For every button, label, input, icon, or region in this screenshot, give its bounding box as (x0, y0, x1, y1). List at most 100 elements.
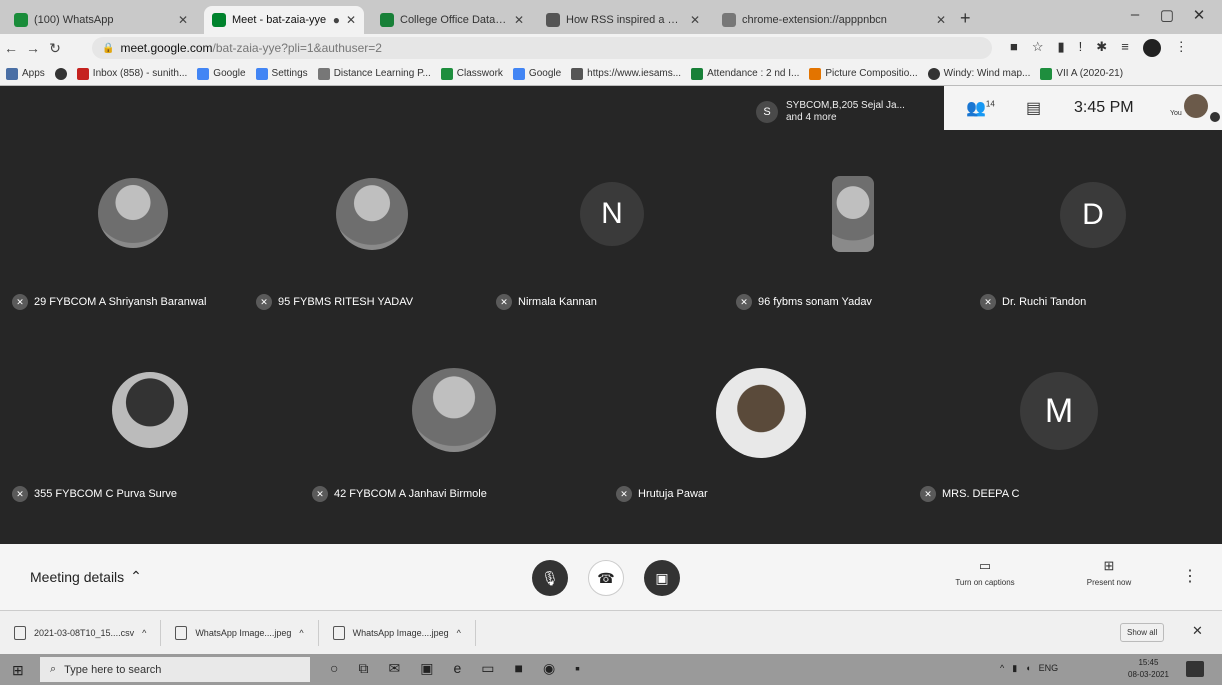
bookmark-settings[interactable]: Settings (255, 67, 308, 80)
extension-icon[interactable]: ▮ (1058, 39, 1065, 57)
bookmark-vii-a[interactable]: VII A (2020-21) (1040, 67, 1123, 80)
mic-toggle-button[interactable]: 🎙︎ (532, 560, 568, 596)
chevron-up-icon[interactable]: ^ (299, 628, 303, 638)
edge-icon[interactable]: e (453, 660, 461, 677)
forward-icon[interactable]: → (22, 40, 44, 56)
tab-rss-article[interactable]: How RSS inspired a young wido ✕ (538, 6, 708, 34)
tab-college-office-data[interactable]: College Office Data for NAAC - ✕ (372, 6, 532, 34)
maximize-button[interactable]: ▢ (1152, 6, 1182, 24)
store-icon[interactable]: ▣ (420, 660, 433, 677)
bookmark-iesams[interactable]: https://www.iesams... (571, 67, 681, 80)
tab-whatsapp[interactable]: (100) WhatsApp ✕ (6, 6, 196, 34)
new-tab-button[interactable]: + (960, 8, 971, 29)
mic-off-icon: ✕ (12, 486, 28, 502)
participant-tile[interactable]: ✕ 29 FYBCOM A Shriyansh Baranwal (8, 148, 238, 318)
chevron-up-icon[interactable]: ^ (1000, 663, 1004, 674)
download-item[interactable]: 2021-03-08T10_15....csv ^ (0, 619, 162, 646)
url-host: meet.google.com (120, 41, 213, 55)
chat-icon[interactable]: ▤ (1026, 98, 1041, 118)
system-clock[interactable]: 15:45 08-03-2021 (1128, 657, 1169, 681)
captions-icon: ▭ (978, 558, 992, 573)
network-icon[interactable]: ▮ (1012, 663, 1017, 674)
windows-start-icon[interactable]: ⊞ (12, 662, 24, 679)
google-icon (255, 67, 268, 80)
camera-toggle-button[interactable]: ▣ (644, 560, 680, 596)
kebab-menu-icon[interactable]: ⋮ (1175, 39, 1188, 57)
download-item[interactable]: WhatsApp Image....jpeg ^ (161, 619, 319, 646)
app-icon[interactable]: ■ (514, 660, 522, 677)
volume-icon[interactable]: ◖ (1025, 663, 1030, 674)
profile-avatar[interactable] (1142, 39, 1161, 57)
bookmark-picture-composition[interactable]: Picture Compositio... (809, 67, 918, 80)
participant-tile[interactable]: ✕ 96 fybms sonam Yadav (732, 148, 962, 318)
tab-chrome-extension[interactable]: chrome-extension://apppnbcn ✕ (714, 6, 954, 34)
participant-tile[interactable]: ✕ 42 FYBCOM A Janhavi Birmole (308, 348, 598, 518)
task-view-icon[interactable]: ⧉ (358, 660, 368, 677)
chevron-up-icon[interactable]: ^ (142, 628, 146, 638)
extension-icon[interactable]: ! (1079, 39, 1083, 57)
bookmark-attendance[interactable]: Attendance : 2 nd I... (691, 67, 799, 80)
meeting-details-button[interactable]: Meeting details ⌃ (30, 568, 142, 585)
bookmark-windy[interactable]: Windy: Wind map... (927, 67, 1030, 80)
address-bar[interactable]: 🔒 meet.google.com /bat-zaia-yye?pli=1&au… (92, 37, 992, 59)
close-icon[interactable]: ✕ (1192, 623, 1203, 639)
bookmark-apps[interactable]: Apps (6, 67, 45, 80)
reading-list-icon[interactable]: ≡ (1121, 39, 1129, 57)
taskbar-search[interactable]: ⌕ Type here to search (40, 657, 310, 682)
puzzle-icon[interactable]: ✱ (1096, 39, 1107, 57)
mail-icon[interactable]: ✉ (388, 660, 400, 677)
present-now-button[interactable]: ⊞ Present now (1064, 558, 1154, 587)
people-icon[interactable]: 👥14 (966, 98, 995, 118)
close-icon[interactable]: ✕ (690, 13, 700, 27)
back-icon[interactable]: ← (0, 40, 22, 56)
show-all-downloads-button[interactable]: Show all (1120, 623, 1165, 642)
close-icon[interactable]: ✕ (514, 13, 524, 27)
bookmark-chrome[interactable] (54, 67, 67, 80)
bookmark-google[interactable]: Google (197, 67, 246, 80)
language-indicator[interactable]: ENG (1039, 663, 1059, 674)
chevron-up-icon[interactable]: ^ (457, 628, 461, 638)
participant-tile[interactable]: D ✕ Dr. Ruchi Tandon (976, 148, 1206, 318)
participant-tile[interactable]: ✕ Hrutuja Pawar (612, 348, 902, 518)
bookmark-classwork[interactable]: Classwork (440, 67, 503, 80)
participant-avatar (336, 178, 408, 250)
gmail-icon (76, 67, 89, 80)
image-file-icon (332, 625, 345, 640)
reload-icon[interactable]: ↻ (44, 40, 66, 57)
app-icon[interactable]: ▪ (575, 660, 580, 677)
participant-tile[interactable]: N ✕ Nirmala Kannan (492, 148, 722, 318)
chrome-icon[interactable]: ◉ (543, 660, 555, 677)
file-explorer-icon[interactable]: ▭ (481, 660, 494, 677)
participant-name-row: ✕ Dr. Ruchi Tandon (980, 294, 1086, 310)
bookmark-google-2[interactable]: Google (512, 67, 561, 80)
more-options-icon[interactable]: ⋮ (1182, 566, 1198, 586)
captions-button[interactable]: ▭ Turn on captions (940, 558, 1030, 587)
bookmark-distance-learning[interactable]: Distance Learning P... (317, 67, 431, 80)
participant-tile[interactable]: ✕ 355 FYBCOM C Purva Surve (8, 348, 298, 518)
mic-off-icon: ✕ (736, 294, 752, 310)
tab-meet[interactable]: Meet - bat-zaia-yye ● ✕ (204, 6, 364, 34)
leave-call-button[interactable]: ☎ (588, 560, 624, 596)
camera-off-icon: ▣ (655, 569, 669, 586)
download-item[interactable]: WhatsApp Image....jpeg ^ (319, 619, 476, 646)
close-icon[interactable]: ✕ (346, 13, 356, 27)
mic-off-icon: ✕ (496, 294, 512, 310)
camera-permission-icon[interactable]: ■ (1010, 39, 1018, 57)
notification-center-icon[interactable] (1186, 661, 1204, 677)
windy-icon (927, 67, 940, 80)
lock-icon[interactable]: 🔒 (102, 43, 114, 54)
minimize-button[interactable]: – (1120, 6, 1150, 23)
participant-name-row: ✕ Nirmala Kannan (496, 294, 597, 310)
bookmark-star-icon[interactable]: ☆ (1032, 39, 1044, 57)
cortana-icon[interactable]: ○ (330, 660, 338, 677)
close-icon[interactable]: ✕ (178, 13, 188, 27)
participant-tile[interactable]: M ✕ MRS. DEEPA C (916, 348, 1206, 518)
close-window-button[interactable]: ✕ (1184, 6, 1214, 24)
participant-avatar (412, 368, 496, 452)
extension-icon (722, 13, 736, 27)
close-icon[interactable]: ✕ (936, 13, 946, 27)
self-avatar[interactable] (1184, 94, 1208, 118)
participant-tile[interactable]: ✕ 95 FYBMS RITESH YADAV (252, 148, 482, 318)
join-notification[interactable]: S SYBCOM,B,205 Sejal Ja... and 4 more (756, 92, 942, 132)
bookmark-inbox[interactable]: Inbox (858) - sunith... (76, 67, 187, 80)
